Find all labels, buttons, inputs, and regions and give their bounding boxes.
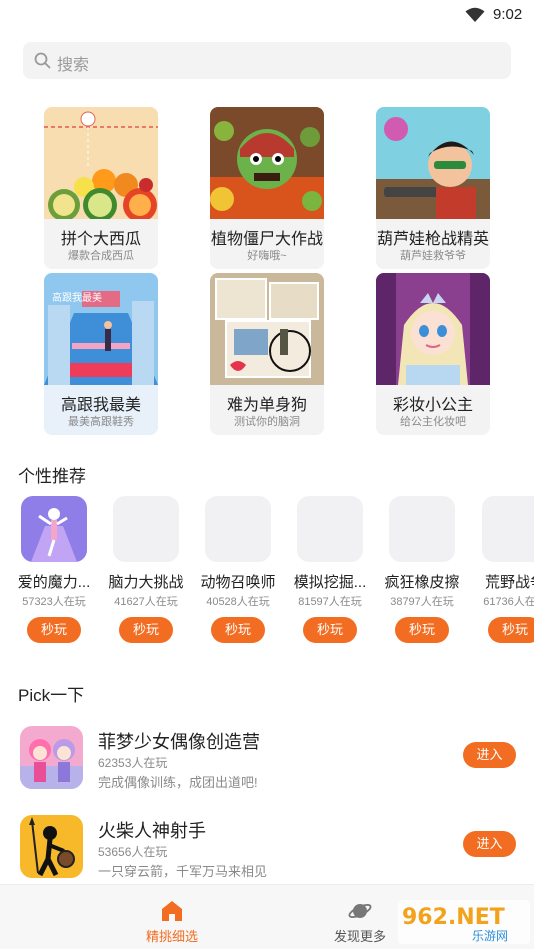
featured-title: 难为单身狗 (226, 397, 307, 414)
calabash-game-art (376, 107, 490, 219)
featured-title: 高跟我最美 (60, 397, 141, 414)
pick-description: 完成偶像训练，成团出道吧! (98, 775, 258, 790)
recommend-name: 疯狂橡皮擦 (384, 574, 460, 591)
featured-card-single-dog[interactable]: 难为单身狗 测试你的脑洞 (210, 273, 324, 435)
play-now-button[interactable]: 秒玩 (303, 617, 357, 643)
recommend-name: 荒野战争 (484, 574, 534, 591)
plants-zombies-game-art (210, 107, 324, 219)
recommend-item[interactable]: 荒野战争 61736人在玩 秒玩 (470, 496, 534, 646)
recommend-count: 61736人在玩 (483, 596, 534, 608)
recommend-name: 脑力大挑战 (108, 574, 184, 591)
play-now-button[interactable]: 秒玩 (27, 617, 81, 643)
status-bar: 9:02 (0, 0, 534, 30)
recommend-count: 40528人在玩 (206, 596, 270, 608)
featured-card-high-heels[interactable]: 高跟我最美 高跟我最美 最美高跟鞋秀 (44, 273, 158, 435)
recommend-thumb (389, 496, 455, 562)
search-bar[interactable]: 搜索 (23, 42, 511, 79)
play-now-button[interactable]: 秒玩 (119, 617, 173, 643)
recommend-item[interactable]: 模拟挖掘... 81597人在玩 秒玩 (285, 496, 375, 646)
featured-card-plants-zombies[interactable]: 植物僵尸大作战 好嗨哦~ (210, 107, 324, 269)
recommend-name: 动物召唤师 (200, 574, 276, 591)
recommend-section-title: 个性推荐 (18, 467, 86, 486)
home-icon (162, 901, 182, 921)
play-now-button[interactable]: 秒玩 (211, 617, 265, 643)
featured-subtitle: 给公主化妆吧 (400, 416, 466, 428)
tab-featured[interactable]: 精挑细选 (112, 885, 232, 949)
recommend-thumb (482, 496, 534, 562)
site-watermark-logo: 962.NET 乐游网 (398, 900, 530, 944)
featured-subtitle: 最美高跟鞋秀 (68, 416, 134, 428)
featured-subtitle: 爆款合成西瓜 (68, 250, 134, 262)
featured-title: 葫芦娃枪战精英 (376, 231, 489, 248)
tab-label: 精挑细选 (145, 929, 198, 944)
featured-card-watermelon[interactable]: 拼个大西瓜 爆款合成西瓜 (44, 107, 158, 269)
recommend-name: 模拟挖掘... (293, 574, 367, 591)
featured-subtitle: 测试你的脑洞 (234, 416, 300, 428)
recommend-thumb (113, 496, 179, 562)
recommend-item[interactable]: 脑力大挑战 41627人在玩 秒玩 (101, 496, 191, 646)
pick-description: 一只穿云箭，千军万马来相见 (98, 864, 268, 879)
featured-card-calabash[interactable]: 葫芦娃枪战精英 葫芦娃救爷爷 (376, 107, 490, 269)
featured-subtitle: 葫芦娃救爷爷 (400, 250, 466, 262)
pick-list-item[interactable]: 菲梦少女偶像创造营 62353人在玩 完成偶像训练，成团出道吧! 进入 (0, 726, 534, 802)
recommend-thumb (21, 496, 87, 562)
watermark-subtext: 乐游网 (472, 929, 508, 943)
recommend-item[interactable]: 爱的魔力... 57323人在玩 秒玩 (9, 496, 99, 646)
stickman-game-art (20, 815, 83, 878)
featured-title: 植物僵尸大作战 (210, 231, 323, 248)
watermark-text: 962.NET (402, 905, 505, 930)
featured-title: 拼个大西瓜 (60, 231, 141, 248)
svg-text:高跟我最美: 高跟我最美 (52, 291, 102, 304)
pick-count: 53656人在玩 (98, 845, 168, 859)
recommend-count: 41627人在玩 (114, 596, 178, 608)
pick-count: 62353人在玩 (98, 756, 168, 770)
recommend-count: 57323人在玩 (22, 596, 86, 608)
pick-thumb (20, 815, 83, 878)
recommend-item[interactable]: 疯狂橡皮擦 38797人在玩 秒玩 (377, 496, 467, 646)
recommend-item[interactable]: 动物召唤师 40528人在玩 秒玩 (193, 496, 283, 646)
recommend-count: 38797人在玩 (390, 596, 454, 608)
planet-icon (348, 904, 372, 918)
idol-game-art (20, 726, 83, 789)
pick-thumb (20, 726, 83, 789)
search-placeholder: 搜索 (57, 57, 90, 74)
wifi-icon (465, 7, 485, 22)
dancer-game-art (21, 496, 87, 562)
watermelon-game-art (44, 107, 158, 219)
play-now-button[interactable]: 秒玩 (488, 617, 534, 643)
featured-title: 彩妆小公主 (392, 397, 473, 414)
recommend-count: 81597人在玩 (298, 596, 362, 608)
single-dog-game-art (210, 273, 324, 385)
pick-section-title: Pick一下 (18, 686, 85, 705)
status-time: 9:02 (493, 6, 523, 23)
featured-card-makeup-princess[interactable]: 彩妆小公主 给公主化妆吧 (376, 273, 490, 435)
pick-list-item[interactable]: 火柴人神射手 53656人在玩 一只穿云箭，千军万马来相见 进入 (0, 815, 534, 891)
recommend-thumb (205, 496, 271, 562)
enter-button[interactable]: 进入 (463, 742, 516, 768)
recommend-name: 爱的魔力... (17, 574, 91, 591)
featured-subtitle: 好嗨哦~ (247, 250, 287, 262)
search-icon (34, 52, 51, 69)
pick-name: 火柴人神射手 (98, 821, 206, 841)
recommend-thumb (297, 496, 363, 562)
makeup-princess-game-art (376, 273, 490, 385)
enter-button[interactable]: 进入 (463, 831, 516, 857)
play-now-button[interactable]: 秒玩 (395, 617, 449, 643)
high-heels-game-art: 高跟我最美 (44, 273, 158, 385)
pick-name: 菲梦少女偶像创造营 (98, 732, 260, 752)
